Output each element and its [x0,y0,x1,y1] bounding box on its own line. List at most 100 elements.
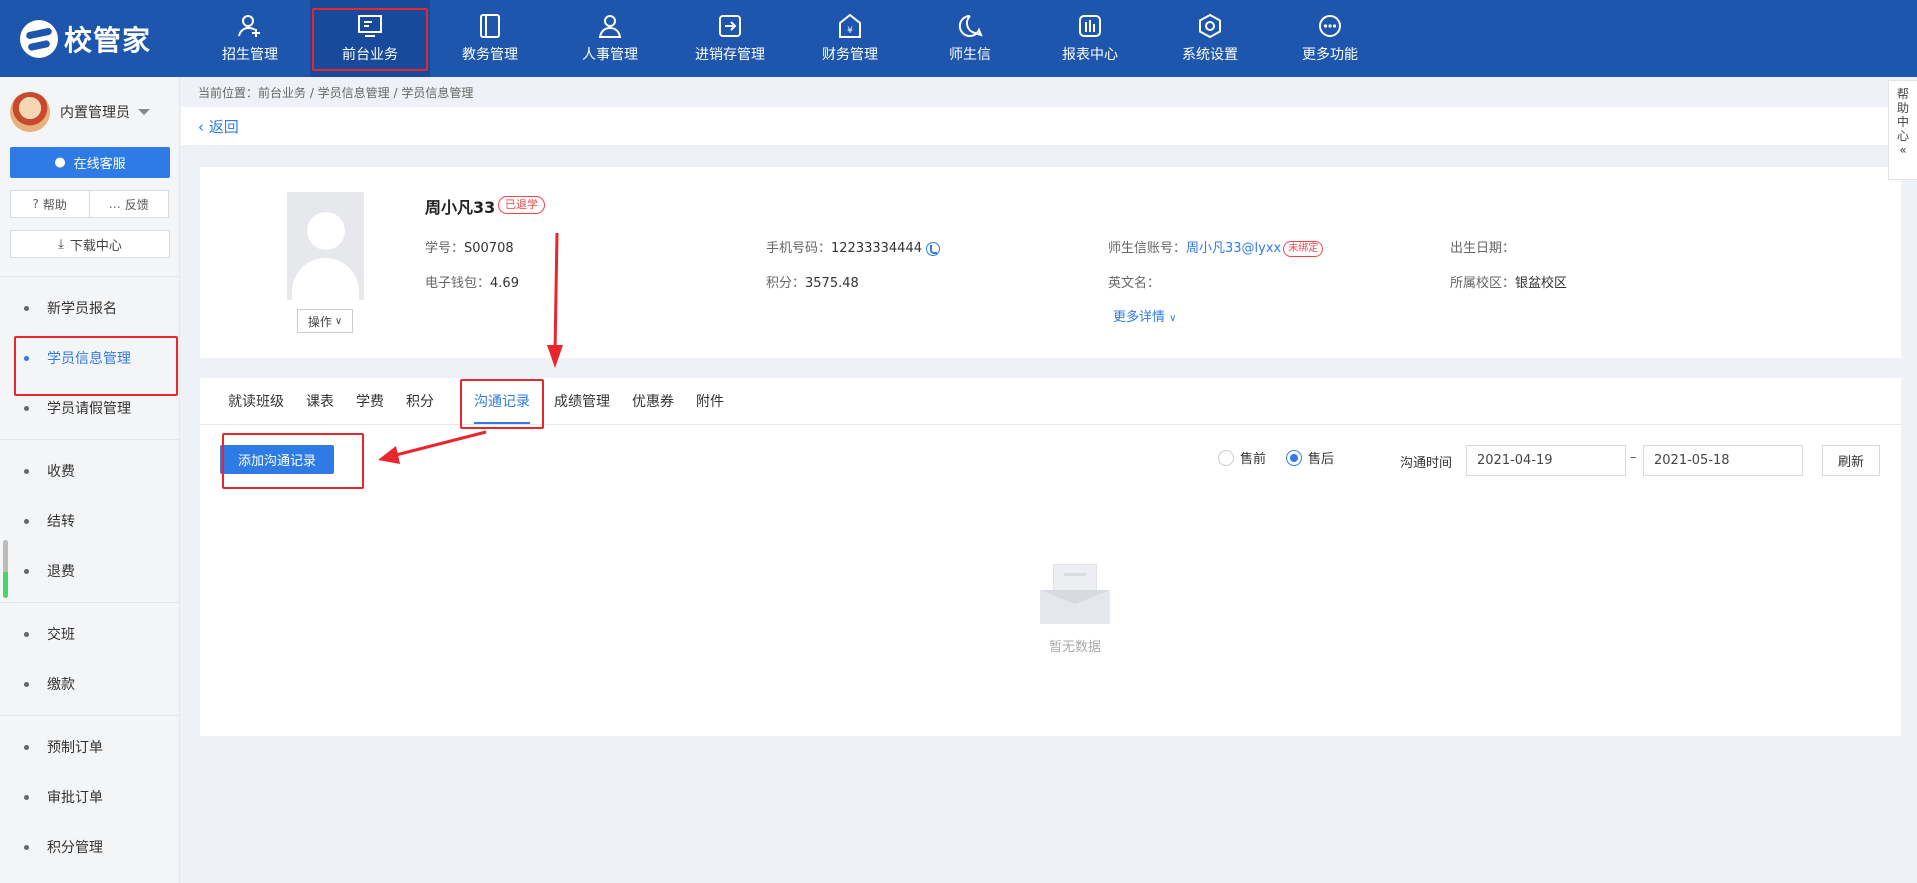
download-icon: ⤓ [58,236,64,252]
nav-item-1[interactable]: 前台业务 [310,0,430,77]
user-menu[interactable]: 内置管理员 [0,77,179,147]
feedback-button[interactable]: … 反馈 [89,190,169,218]
sidebar-item[interactable]: 预制订单 [0,722,179,772]
tab-1[interactable]: 课表 [298,378,342,424]
nav-item-4[interactable]: 进销存管理 [670,0,790,77]
online-service-label: 在线客服 [73,157,126,172]
nav-item-6[interactable]: 师生信 [910,0,1030,77]
nav-label: 报表中心 [1062,47,1118,63]
detail-panel: 就读班级 课表 学费 积分 沟通记录 成绩管理 优惠券 附件 添加沟通记录 售前 售后 沟通时… [200,378,1901,736]
sidebar-item[interactable]: 收费 [0,446,179,496]
start-date-input[interactable]: 2021-04-19 [1466,445,1626,476]
tab-7[interactable]: 附件 [688,378,732,424]
menu-group: 预制订单审批订单积分管理 [0,716,179,878]
back-label: 返回 [208,117,239,136]
sidebar-item[interactable]: 缴款 [0,659,179,709]
tab-6[interactable]: 优惠券 [624,378,682,424]
bullet-icon [24,794,29,800]
tab-4[interactable]: 沟通记录 [460,378,544,429]
account-link[interactable]: 周小凡33@lyxx [1186,241,1281,256]
online-service-button[interactable]: ● 在线客服 [10,147,170,178]
empty-state: 暂无数据 [1015,564,1135,655]
english-name-field: 英文名： [1108,272,1160,291]
book-icon [477,13,503,39]
points-value: 3575.48 [805,276,859,291]
nav-label: 人事管理 [582,47,638,63]
birth-field: 出生日期： [1450,237,1515,256]
more-details-label: 更多详情 [1113,310,1166,325]
feedback-label: 反馈 [124,197,149,212]
operation-dropdown[interactable]: 操作 ∨ [297,309,353,333]
sidebar-item-label: 退费 [47,564,75,580]
tab-3[interactable]: 积分 [398,378,442,424]
back-link[interactable]: ‹ 返回 [198,116,239,137]
sidebar-item[interactable]: 学员信息管理 [0,333,179,396]
tab-bar: 就读班级 课表 学费 积分 沟通记录 成绩管理 优惠券 附件 [200,378,1901,429]
question-icon: ? [32,197,39,211]
operation-label: 操作 [307,314,332,329]
nav-item-7[interactable]: 报表中心 [1030,0,1150,77]
sidebar-item[interactable]: 结转 [0,496,179,546]
tab-5[interactable]: 成绩管理 [546,378,618,424]
nav-item-2[interactable]: 教务管理 [430,0,550,77]
help-center-char: 助 [1896,101,1909,115]
sidebar-item[interactable]: 交班 [0,609,179,659]
nav-item-8[interactable]: 系统设置 [1150,0,1270,77]
aftersale-radio[interactable]: 售后 [1286,448,1334,467]
wallet-field: 电子钱包：4.69 [425,272,519,291]
nav-label: 教务管理 [462,47,518,63]
bullet-icon [24,405,29,411]
english-name-label: 英文名： [1108,276,1161,291]
nav-item-3[interactable]: 人事管理 [550,0,670,77]
sidebar-item-label: 审批订单 [47,790,103,806]
student-no-label: 学号： [425,241,465,256]
add-communication-record-button[interactable]: 添加沟通记录 [220,445,334,474]
help-center-tab[interactable]: 帮助中心 « [1888,80,1917,180]
student-no-value: S00708 [464,241,514,256]
sidebar-item[interactable]: 积分管理 [0,822,179,872]
wallet-label: 电子钱包： [425,276,491,291]
sidebar-item-label: 结转 [47,514,75,530]
nav-item-0[interactable]: 招生管理 [190,0,310,77]
nav-label: 系统设置 [1182,47,1238,63]
sidebar-item[interactable]: 学员请假管理 [0,383,179,433]
sidebar-item-label: 积分管理 [47,840,103,856]
nav-label: 更多功能 [1302,47,1358,63]
sidebar-item[interactable]: 退费 [0,546,179,596]
presale-radio[interactable]: 售前 [1218,448,1266,467]
unbound-badge: 未绑定 [1283,240,1324,257]
empty-inbox-icon [1040,564,1110,624]
tab-2[interactable]: 学费 [348,378,392,424]
chat-icon: ● [54,155,66,170]
more-details-link[interactable]: 更多详情 ∨ [1113,306,1176,325]
sidebar-item[interactable]: 审批订单 [0,772,179,822]
sidebar-item[interactable]: 新学员报名 [0,283,179,333]
chevron-down-icon: ∨ [334,315,343,327]
account-label: 师生信账号： [1108,241,1187,256]
nav-item-5[interactable]: ¥ 财务管理 [790,0,910,77]
menu-group: 新学员报名 学员信息管理学员请假管理 [0,277,179,439]
refresh-button[interactable]: 刷新 [1822,445,1880,476]
bullet-icon [24,568,29,574]
help-button[interactable]: ? 帮助 [10,190,90,218]
tab-0[interactable]: 就读班级 [220,378,292,424]
user-name: 内置管理员 [60,105,130,121]
bullet-icon [24,468,29,474]
sidebar-scrollbar[interactable] [3,540,8,598]
aftersale-label: 售后 [1308,452,1335,467]
settings-icon [1197,13,1223,39]
communication-time-label: 沟通时间 [1400,456,1453,471]
campus-value: 银盆校区 [1515,276,1568,291]
end-date-input[interactable]: 2021-05-18 [1643,445,1803,476]
breadcrumb: 当前位置：前台业务 / 学员信息管理 / 学员信息管理 [198,86,474,100]
nav-label: 进销存管理 [695,47,765,63]
app-logo[interactable]: 校管家 [0,0,190,77]
download-center-button[interactable]: ⤓ 下载中心 [10,230,170,258]
nav-label: 前台业务 [342,47,398,63]
empty-text: 暂无数据 [1048,640,1101,655]
presale-label: 售前 [1240,452,1267,467]
bullet-icon [24,518,29,524]
nav-item-9[interactable]: 更多功能 [1270,0,1390,77]
phone-icon[interactable] [926,241,940,256]
sidebar-item-label: 学员请假管理 [47,401,131,417]
